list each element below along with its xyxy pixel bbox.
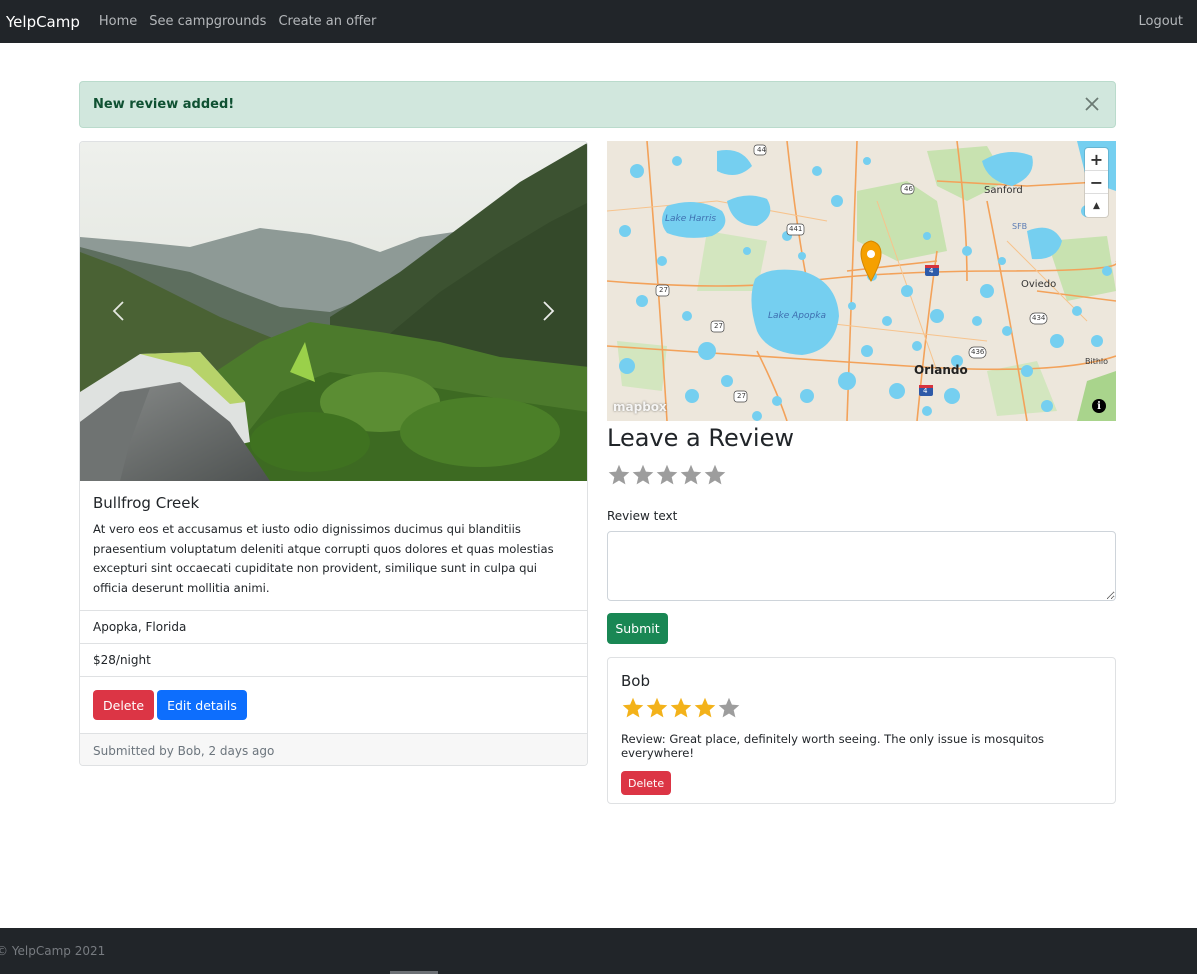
star-empty-icon[interactable]: [631, 463, 655, 487]
star-empty-icon[interactable]: [679, 463, 703, 487]
review-author: Bob: [621, 672, 650, 690]
nav-campgrounds-link[interactable]: See campgrounds: [149, 14, 266, 29]
card-actions: Delete Edit details: [80, 677, 587, 734]
campground-title: Bullfrog Creek: [93, 494, 200, 512]
campground-photo: [80, 142, 587, 481]
review-text-label: Review text: [607, 509, 678, 523]
navbar: YelpCamp Home See campgrounds Create an …: [0, 0, 1197, 43]
campground-price: $28/night: [80, 644, 587, 677]
star-filled-icon: [693, 696, 717, 720]
star-filled-icon: [645, 696, 669, 720]
close-icon[interactable]: [1081, 93, 1103, 115]
sfb-label: SFB: [1012, 222, 1028, 231]
campground-description: At vero eos et accusamus et iusto odio d…: [93, 522, 554, 595]
chevron-left-icon[interactable]: [102, 294, 136, 328]
campground-card: Bullfrog Creek At vero eos et accusamus …: [79, 141, 588, 766]
leave-review-heading: Leave a Review: [607, 424, 794, 452]
image-carousel: [80, 142, 587, 481]
star-filled-icon: [669, 696, 693, 720]
delete-review-button[interactable]: Delete: [621, 771, 672, 795]
campground-location: Apopka, Florida: [80, 611, 587, 644]
card-body: Bullfrog Creek At vero eos et accusamus …: [80, 481, 587, 611]
road-46-label: 46: [904, 185, 913, 193]
lake-harris-label: Lake Harris: [665, 214, 717, 224]
road-27-label-b: 27: [714, 322, 723, 330]
nav-create-offer-link[interactable]: Create an offer: [278, 14, 376, 29]
road-27-label-a: 27: [659, 286, 668, 294]
delete-campground-button[interactable]: Delete: [93, 690, 155, 720]
alert-message: New review added!: [93, 97, 235, 112]
review-text: Review: Great place, definitely worth se…: [621, 732, 1045, 760]
map-navigation-controls: + − ▲: [1085, 148, 1108, 217]
campground-map[interactable]: 44 46 441 27 27 27 434 436 4 4 Lake Harr…: [607, 141, 1116, 421]
compass-button[interactable]: ▲: [1085, 194, 1108, 217]
logout-link[interactable]: Logout: [1138, 14, 1183, 29]
star-filled-icon: [621, 696, 645, 720]
road-44-label: 44: [757, 146, 766, 154]
footer: © YelpCamp 2021: [0, 928, 1197, 974]
road-27-label-c: 27: [737, 392, 746, 400]
rating-input[interactable]: [607, 463, 727, 487]
lake-apopka-label: Lake Apopka: [768, 311, 826, 321]
interstate-4-label-b: 4: [923, 387, 928, 395]
star-empty-icon[interactable]: [607, 463, 631, 487]
star-empty-icon[interactable]: [655, 463, 679, 487]
road-436-label: 436: [971, 348, 985, 356]
road-434-label: 434: [1032, 314, 1046, 322]
footer-copyright: © YelpCamp 2021: [0, 944, 106, 958]
zoom-out-button[interactable]: −: [1085, 171, 1108, 194]
card-footer: Submitted by Bob, 2 days ago: [80, 734, 587, 765]
bithlo-label: Bithlo: [1085, 357, 1109, 366]
star-empty-icon: [717, 696, 741, 720]
edit-campground-button[interactable]: Edit details: [157, 690, 247, 720]
road-441-label: 441: [789, 225, 803, 233]
orlando-label: Orlando: [914, 363, 968, 377]
interstate-4-label-a: 4: [929, 267, 934, 275]
success-alert: New review added!: [79, 81, 1116, 128]
brand-logo[interactable]: YelpCamp: [6, 13, 80, 31]
nav-home-link[interactable]: Home: [99, 14, 137, 29]
review-rating: [621, 696, 1102, 720]
star-empty-icon[interactable]: [703, 463, 727, 487]
submit-review-button[interactable]: Submit: [607, 613, 668, 644]
sanford-label: Sanford: [984, 185, 1023, 196]
oviedo-label: Oviedo: [1021, 279, 1057, 290]
info-icon[interactable]: i: [1092, 399, 1106, 413]
review-card: Bob Review: Great place, definitely wort…: [607, 657, 1116, 804]
review-text-input[interactable]: [607, 531, 1116, 601]
chevron-right-icon[interactable]: [531, 294, 565, 328]
zoom-in-button[interactable]: +: [1085, 148, 1108, 171]
mapbox-logo[interactable]: mapbox: [613, 400, 667, 414]
